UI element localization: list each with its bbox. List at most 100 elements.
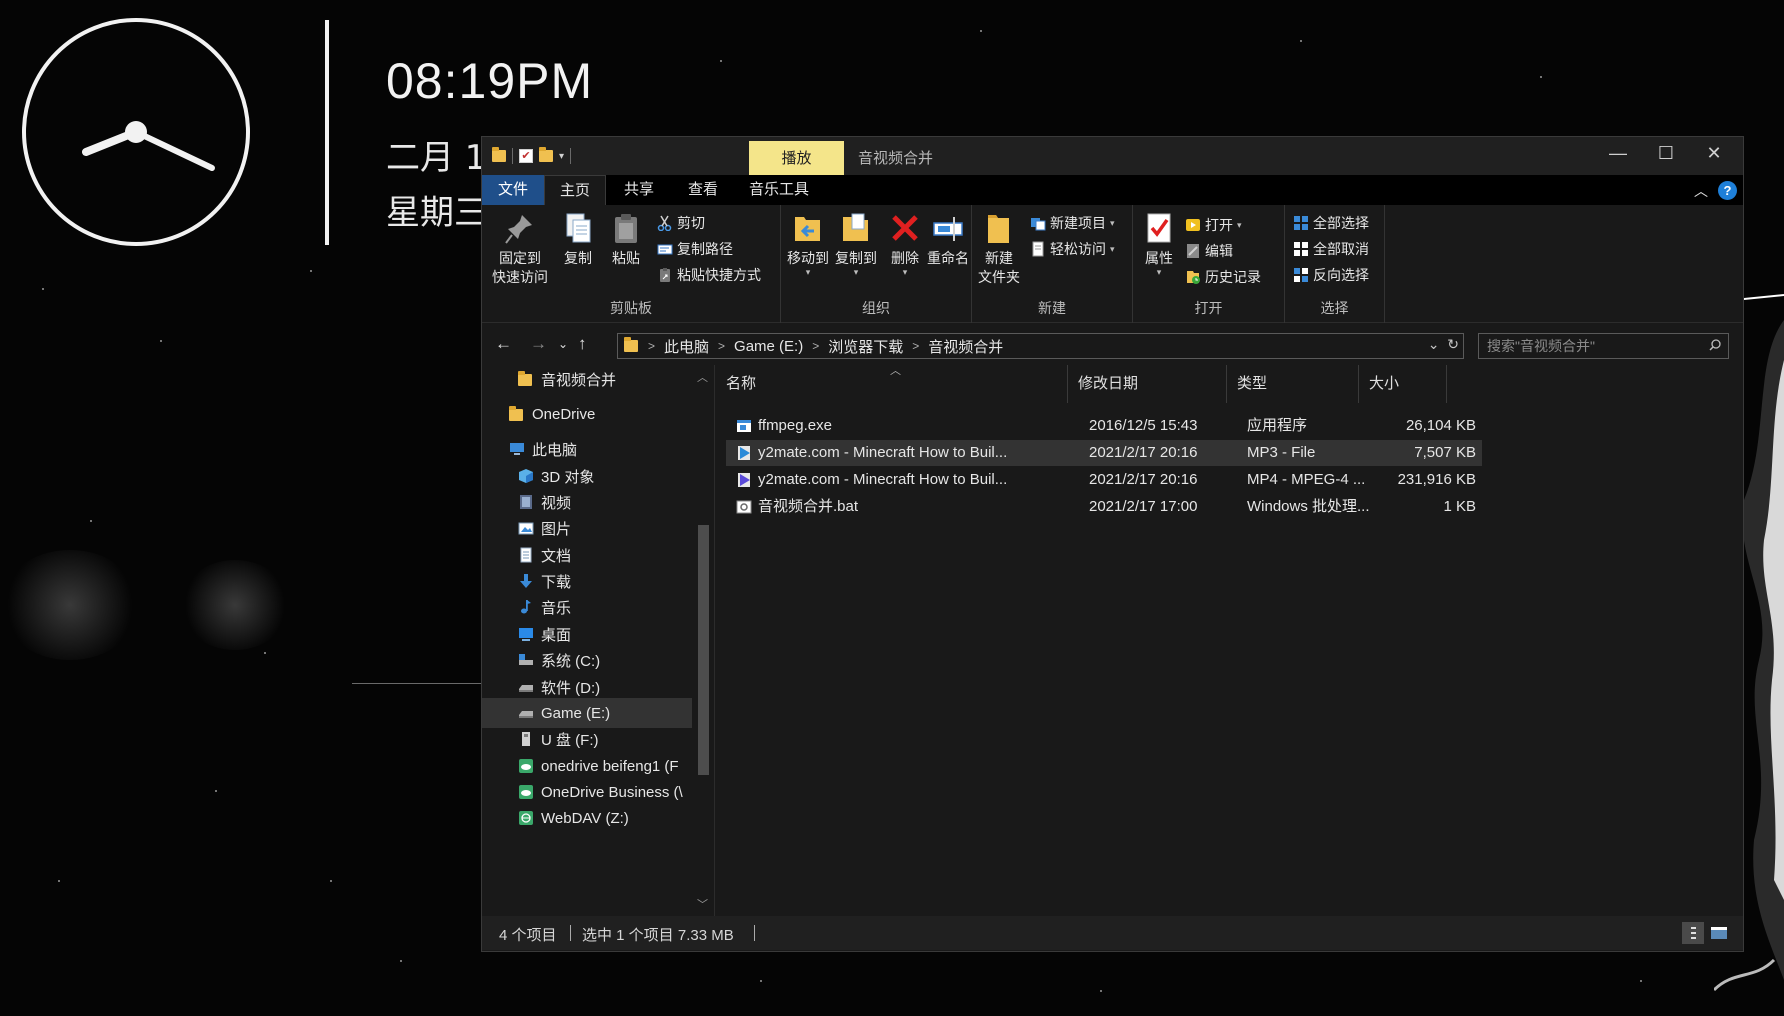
edit-button[interactable]: 编辑 — [1185, 241, 1233, 261]
history-button[interactable]: 历史记录 — [1185, 267, 1261, 287]
search-input[interactable]: 搜索"音视频合并" — [1478, 333, 1729, 359]
new-folder-label-line2: 文件夹 — [978, 269, 1020, 285]
new-item-dropdown-icon: ▾ — [1110, 217, 1115, 228]
tab-music-tools[interactable]: 音乐工具 — [736, 175, 822, 205]
pin-quick-access-button[interactable]: 固定到 快速访问 — [488, 211, 552, 287]
open-button[interactable]: 打开 ▾ — [1185, 215, 1242, 235]
easy-access-button[interactable]: 轻松访问 ▾ — [1030, 239, 1115, 259]
tab-home[interactable]: 主页 — [544, 175, 606, 205]
group-select: 全部选择 全部取消 反向选择 选择 — [1285, 205, 1385, 323]
large-icons-view-icon[interactable] — [1708, 922, 1730, 944]
nav-item-this-pc[interactable]: 此电脑 — [482, 434, 692, 464]
column-header-size[interactable]: 大小 — [1359, 365, 1447, 403]
address-actions: ⌄ ↻ — [1428, 336, 1459, 353]
column-header-type[interactable]: 类型 — [1227, 365, 1359, 403]
address-history-dropdown-icon[interactable]: ⌄ — [1428, 336, 1440, 352]
nav-item-drive-f[interactable]: U 盘 (F:) — [482, 724, 692, 754]
recent-locations-button[interactable]: ⌄ — [558, 337, 568, 351]
breadcrumb-current-folder[interactable]: 音视频合并 — [928, 336, 1003, 357]
nav-item-label: WebDAV (Z:) — [541, 809, 629, 827]
folder-icon[interactable] — [492, 147, 506, 162]
rename-label: 重命名 — [927, 250, 969, 266]
nav-scrollbar[interactable]: ︿ ﹀ — [694, 365, 713, 916]
paste-shortcut-label: 粘贴快捷方式 — [677, 267, 761, 283]
properties-icon[interactable]: ✔ — [519, 149, 533, 163]
back-button[interactable]: ← — [495, 334, 512, 354]
desktop-date: 二月 1 — [386, 138, 487, 178]
file-size: 7,507 KB — [1414, 444, 1476, 461]
chevron-right-icon[interactable]: > — [812, 339, 819, 353]
address-input[interactable]: > 此电脑 > Game (E:) > 浏览器下载 > 音视频合并 ⌄ ↻ — [617, 333, 1464, 359]
scroll-up-icon[interactable]: ︿ — [697, 369, 708, 385]
file-name: y2mate.com - Minecraft How to Buil... — [758, 444, 1008, 461]
nebula — [180, 560, 290, 650]
copy-path-button[interactable]: 复制路径 — [657, 239, 733, 259]
nav-item-pictures[interactable]: 图片 — [482, 513, 692, 543]
new-item-button[interactable]: 新建项目 ▾ — [1030, 213, 1115, 233]
network-drive-icon — [519, 785, 533, 799]
file-row[interactable]: y2mate.com - Minecraft How to Buil... 20… — [726, 467, 1482, 493]
toolbar-separator — [570, 148, 572, 164]
copy-path-label: 复制路径 — [677, 241, 733, 257]
paste-button[interactable]: 粘贴 — [606, 211, 646, 268]
select-none-button[interactable]: 全部取消 — [1293, 239, 1369, 259]
nav-item-current-folder[interactable]: 音视频合并 — [482, 364, 692, 394]
search-icon[interactable] — [1709, 339, 1721, 351]
invert-selection-button[interactable]: 反向选择 — [1293, 265, 1369, 285]
pictures-icon — [518, 522, 534, 535]
nav-item-label: U 盘 (F:) — [541, 731, 599, 749]
chevron-right-icon[interactable]: > — [648, 339, 655, 353]
file-row[interactable]: ffmpeg.exe 2016/12/5 15:43 应用程序 26,104 K… — [726, 413, 1482, 439]
scroll-thumb[interactable] — [698, 525, 709, 775]
open-dropdown-icon: ▾ — [1237, 219, 1242, 230]
up-button[interactable]: ↑ — [578, 334, 587, 354]
star — [215, 790, 217, 792]
nav-item-webdav[interactable]: WebDAV (Z:) — [482, 803, 692, 833]
new-item-icon — [1031, 218, 1046, 231]
column-header-name[interactable]: 名称 ︿ — [716, 365, 1068, 403]
title-bar[interactable]: ✔ ▾ 播放 音视频合并 — ☐ ✕ — [482, 137, 1743, 175]
paste-shortcut-button[interactable]: 粘贴快捷方式 — [657, 265, 761, 285]
delete-button[interactable]: 删除 ▾ — [885, 211, 925, 277]
file-row[interactable]: 音视频合并.bat 2021/2/17 17:00 Windows 批处理...… — [726, 494, 1482, 520]
forward-button[interactable]: → — [530, 334, 547, 354]
search-placeholder: 搜索"音视频合并" — [1487, 338, 1595, 354]
select-all-button[interactable]: 全部选择 — [1293, 213, 1369, 233]
breadcrumb-game-drive[interactable]: Game (E:) — [734, 338, 803, 355]
nav-item-onedrive[interactable]: OneDrive — [482, 399, 692, 429]
move-to-icon — [795, 217, 820, 241]
nav-item-label: OneDrive Business (\ — [541, 783, 683, 801]
tab-file[interactable]: 文件 — [482, 175, 544, 205]
mp3-icon — [738, 446, 750, 460]
nav-item-music[interactable]: 音乐 — [482, 592, 692, 622]
chevron-right-icon[interactable]: > — [718, 339, 725, 353]
new-folder-button[interactable]: 新建 文件夹 — [974, 211, 1024, 287]
copy-button[interactable]: 复制 — [558, 211, 598, 268]
rename-icon — [933, 217, 963, 241]
new-folder-icon[interactable] — [539, 147, 553, 162]
chevron-right-icon[interactable]: > — [912, 339, 919, 353]
tab-share[interactable]: 共享 — [608, 175, 670, 205]
group-open: 属性 ▾ 打开 ▾ 编辑 历史记录 打开 — [1133, 205, 1285, 323]
file-type: Windows 批处理... — [1247, 498, 1370, 515]
context-tab-play[interactable]: 播放 — [749, 141, 844, 175]
properties-button[interactable]: 属性 ▾ — [1137, 211, 1181, 277]
copy-to-button[interactable]: 复制到 ▾ — [833, 211, 879, 277]
help-icon[interactable]: ? — [1718, 181, 1737, 200]
customize-toolbar-icon[interactable]: ▾ — [559, 151, 564, 162]
details-view-icon[interactable] — [1682, 922, 1704, 944]
breadcrumb-this-pc[interactable]: 此电脑 — [664, 336, 709, 357]
cut-button[interactable]: 剪切 — [657, 213, 705, 233]
star — [980, 30, 982, 32]
move-to-button[interactable]: 移动到 ▾ — [785, 211, 831, 277]
close-button[interactable]: ✕ — [1685, 137, 1743, 171]
collapse-ribbon-icon[interactable]: ︿ — [1694, 181, 1708, 201]
refresh-icon[interactable]: ↻ — [1447, 336, 1459, 352]
file-type: 应用程序 — [1247, 417, 1308, 434]
file-row[interactable]: y2mate.com - Minecraft How to Buil... 20… — [726, 440, 1482, 466]
nav-item-drive-c[interactable]: 系统 (C:) — [482, 645, 692, 675]
scroll-down-icon[interactable]: ﹀ — [697, 896, 708, 912]
tab-view[interactable]: 查看 — [672, 175, 734, 205]
rename-button[interactable]: 重命名 — [925, 211, 971, 268]
column-header-modified[interactable]: 修改日期 — [1068, 365, 1227, 403]
